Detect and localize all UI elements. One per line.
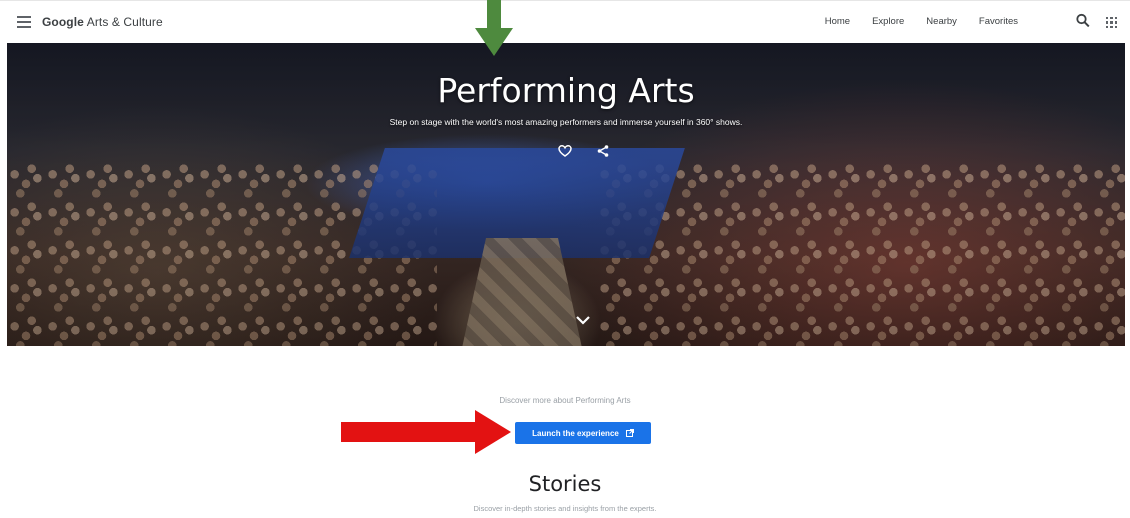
brand-name: Arts & Culture	[83, 15, 163, 29]
top-nav: Home Explore Nearby Favorites	[803, 16, 1018, 27]
heart-icon[interactable]	[558, 144, 572, 158]
page-title: Performing Arts	[437, 71, 695, 110]
brand-google: Google	[42, 15, 84, 29]
hero-banner: Performing Arts Step on stage with the w…	[7, 43, 1125, 346]
top-app-bar: Google Arts & Culture Home Explore Nearb…	[0, 0, 1130, 44]
discover-text: Discover more about Performing Arts	[499, 396, 631, 405]
launch-button-label: Launch the experience	[532, 428, 619, 438]
chevron-down-icon[interactable]	[575, 315, 591, 325]
brand-logo[interactable]: Google Arts & Culture	[42, 15, 163, 29]
annotation-arrow-down	[475, 0, 513, 56]
hero-actions	[558, 144, 610, 158]
menu-icon[interactable]	[17, 16, 31, 28]
launch-experience-button[interactable]: Launch the experience	[515, 422, 651, 444]
stories-subtitle: Discover in-depth stories and insights f…	[473, 504, 657, 513]
apps-grid-icon[interactable]	[1106, 17, 1117, 28]
external-link-icon	[625, 429, 634, 437]
nav-home[interactable]: Home	[825, 16, 850, 27]
stories-heading: Stories	[528, 472, 602, 496]
hero-subtitle: Step on stage with the world's most amaz…	[389, 117, 743, 127]
annotation-arrow-right	[341, 410, 511, 454]
nav-nearby[interactable]: Nearby	[926, 16, 957, 27]
share-icon[interactable]	[596, 144, 610, 158]
nav-favorites[interactable]: Favorites	[979, 16, 1018, 27]
search-icon[interactable]	[1076, 13, 1090, 29]
nav-explore[interactable]: Explore	[872, 16, 904, 27]
